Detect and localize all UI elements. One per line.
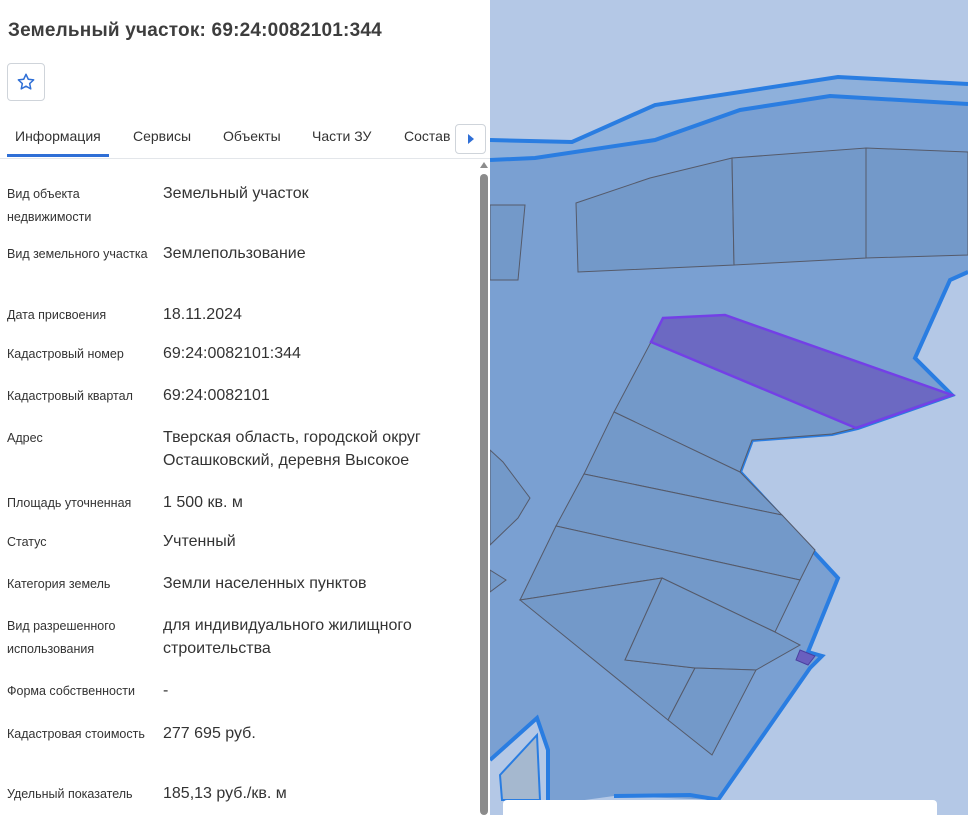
value-specific-index: 185,13 руб./кв. м (163, 785, 287, 802)
tab-objects[interactable]: Объекты (223, 128, 281, 144)
arrow-right-icon (467, 134, 474, 144)
map-canvas[interactable] (490, 0, 968, 815)
tab-parts[interactable]: Части ЗУ (312, 128, 371, 144)
map-popup-card (503, 800, 937, 815)
value-cadastral-quarter: 69:24:0082101 (163, 387, 270, 404)
tab-bar: Информация Сервисы Объекты Части ЗУ Сост… (0, 118, 490, 159)
value-permitted-use: для индивидуального жилищного строительс… (163, 617, 412, 657)
label-status: Статус (7, 535, 47, 549)
scroll-up-arrow-icon[interactable] (480, 162, 488, 168)
label-permitted-use: Вид разрешенного использования (7, 619, 116, 656)
active-tab-indicator (7, 154, 109, 157)
parcel (865, 147, 968, 259)
label-assign-date: Дата присвоения (7, 308, 107, 322)
tab-services[interactable]: Сервисы (133, 128, 191, 144)
value-cadastral-number: 69:24:0082101:344 (163, 345, 301, 362)
label-specific-index: Удельный показатель (7, 787, 133, 801)
label-cadastral-number: Кадастровый номер (7, 347, 124, 361)
value-cadastral-value: 277 695 руб. (163, 725, 256, 742)
tab-composition[interactable]: Состав (404, 128, 450, 144)
value-area: 1 500 кв. м (163, 494, 243, 511)
label-ownership-form: Форма собственности (7, 684, 135, 698)
value-status: Учтенный (163, 533, 236, 550)
page-title: Земельный участок: 69:24:0082101:344 (8, 20, 382, 41)
label-address: Адрес (7, 431, 43, 445)
map-view[interactable] (490, 0, 968, 815)
label-land-category: Категория земель (7, 577, 111, 591)
value-ownership-form: - (163, 682, 169, 699)
label-object-type: Вид объекта недвижимости (7, 187, 92, 224)
value-address: Тверская область, городской округ Осташк… (163, 429, 421, 469)
label-land-type: Вид земельного участка (7, 247, 148, 261)
favorite-button[interactable] (7, 63, 45, 101)
value-land-type: Землепользование (163, 245, 306, 262)
value-land-category: Земли населенных пунктов (163, 575, 367, 592)
scrollbar-thumb[interactable] (480, 174, 488, 815)
label-cadastral-quarter: Кадастровый квартал (7, 389, 133, 403)
label-cadastral-value: Кадастровая стоимость (7, 727, 145, 741)
value-assign-date: 18.11.2024 (163, 306, 242, 323)
tabs-next-button[interactable] (455, 124, 486, 154)
value-object-type: Земельный участок (163, 185, 309, 202)
parcel (731, 147, 867, 266)
label-area: Площадь уточненная (7, 496, 132, 510)
info-panel: Земельный участок: 69:24:0082101:344 Инф… (0, 0, 490, 815)
star-outline-icon (17, 73, 35, 90)
tab-information[interactable]: Информация (15, 128, 101, 144)
